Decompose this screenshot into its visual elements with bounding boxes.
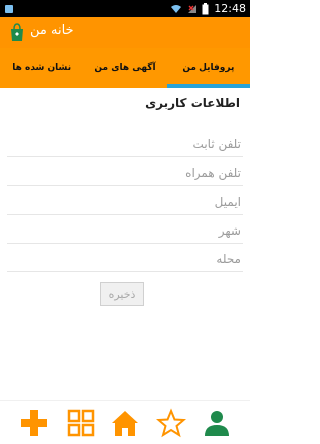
city-field[interactable] (7, 218, 243, 244)
home-icon[interactable] (110, 408, 140, 438)
status-bar: 12:48 (0, 0, 250, 17)
plus-icon[interactable] (19, 408, 49, 438)
bottom-nav (0, 400, 250, 444)
tab-bookmarked[interactable]: نشان شده ها (0, 48, 83, 88)
neighborhood-field[interactable] (7, 246, 243, 272)
section-title: اطلاعات کاربری (145, 96, 240, 110)
star-icon[interactable] (156, 408, 186, 438)
tab-bar: پروفایل من آگهی های من نشان شده ها (0, 48, 251, 88)
tab-label: پروفایل من (182, 63, 235, 73)
tab-label: آگهی های من (94, 63, 156, 73)
app-title: خانه من (0, 17, 250, 48)
grid-icon[interactable] (66, 408, 96, 438)
user-icon[interactable] (202, 408, 232, 438)
notification-icon (5, 5, 13, 13)
app-title-text: خانه من (30, 23, 74, 38)
status-notification-icons (4, 3, 14, 17)
landline-phone-field[interactable] (7, 131, 243, 157)
email-field[interactable] (7, 189, 243, 215)
status-time: 12:48 (214, 2, 246, 15)
no-signal-icon (188, 4, 197, 13)
battery-icon (202, 2, 209, 14)
tab-my-profile[interactable]: پروفایل من (166, 48, 251, 88)
save-button[interactable]: ذخیره (100, 282, 144, 306)
wifi-icon (171, 4, 182, 13)
shopping-bag-icon (11, 23, 23, 41)
action-bar: خانه من (0, 17, 250, 48)
tab-label: نشان شده ها (12, 63, 72, 73)
mobile-phone-field[interactable] (7, 160, 243, 186)
tab-my-ads[interactable]: آگهی های من (83, 48, 166, 88)
